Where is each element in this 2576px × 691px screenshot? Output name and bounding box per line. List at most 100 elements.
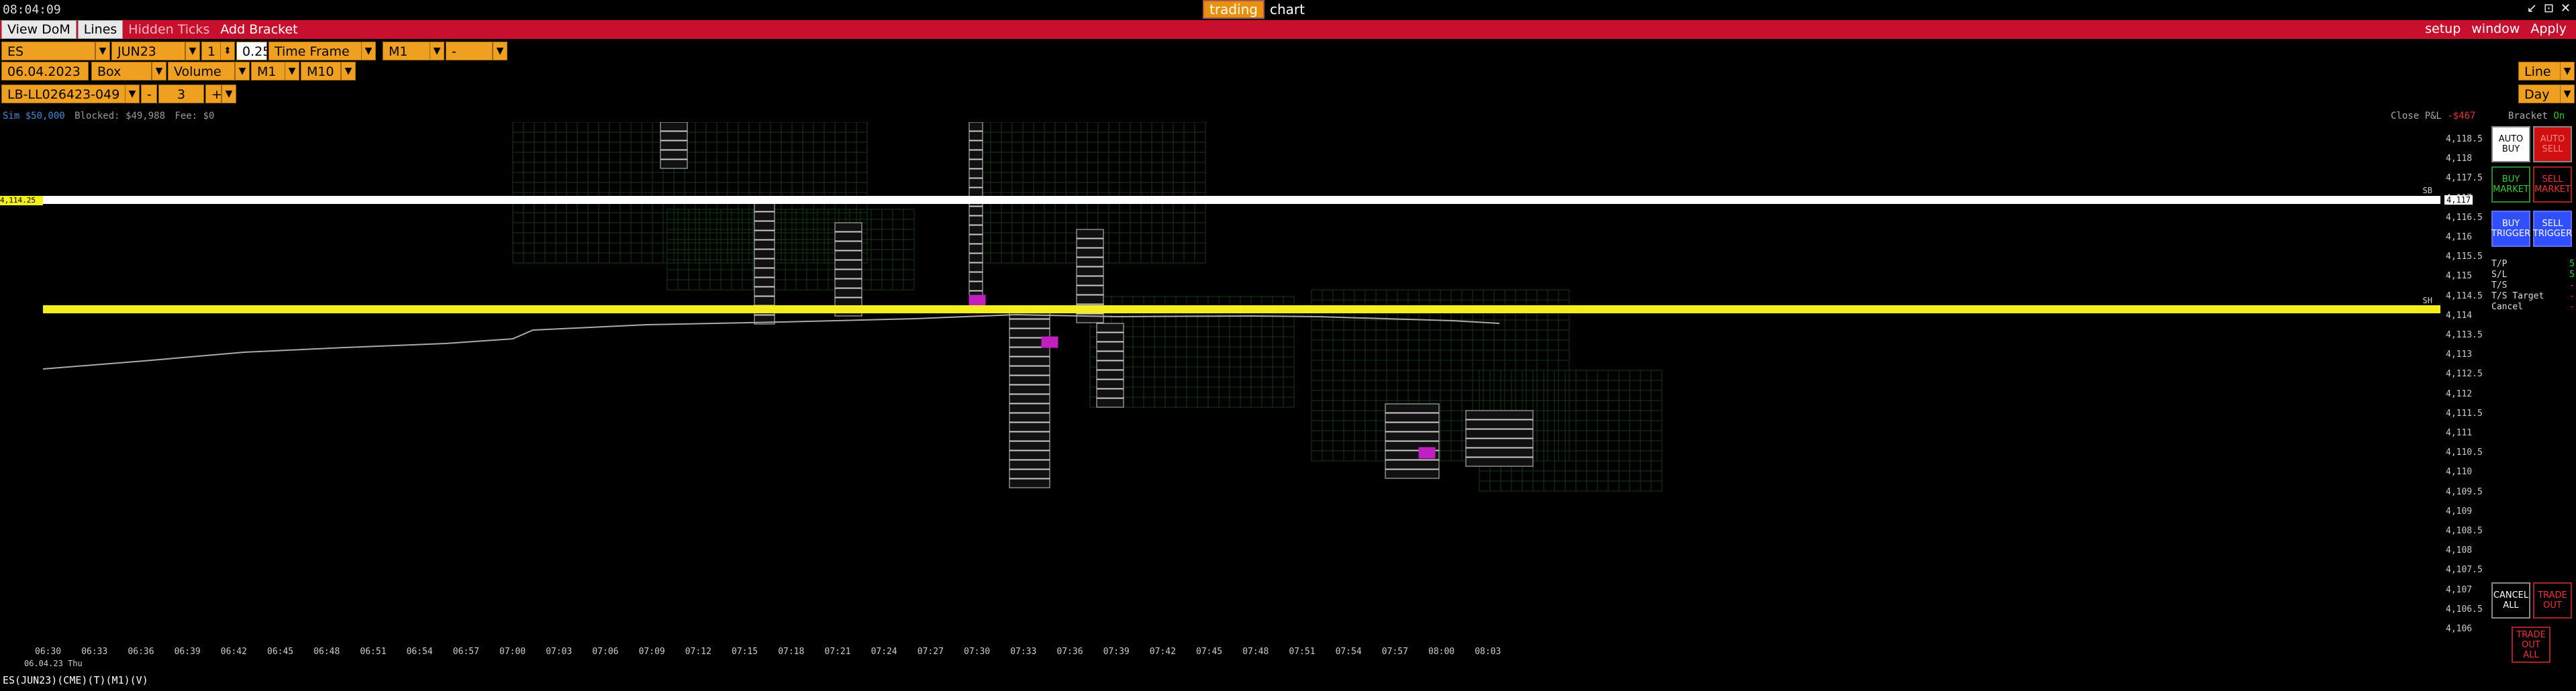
chevron-down-icon[interactable]: ▼: [2560, 62, 2575, 81]
chevron-down-icon[interactable]: ▼: [125, 85, 140, 103]
trade-out-button[interactable]: TRADE OUT: [2533, 582, 2572, 619]
grid-cell: [824, 142, 836, 153]
date-field[interactable]: 06.04.2023: [1, 62, 89, 81]
setup-button[interactable]: setup: [2420, 20, 2466, 38]
maximize-icon[interactable]: ⊡: [2544, 1, 2554, 15]
buy-trigger-button[interactable]: BUY TRIGGER: [2491, 211, 2530, 247]
grid-cell: [1586, 460, 1598, 472]
symbol-select[interactable]: ES: [1, 42, 95, 60]
trade-out-all-button[interactable]: TRADE OUT ALL: [2512, 627, 2550, 663]
chevron-down-icon[interactable]: ▼: [235, 62, 250, 81]
draw-mode-select[interactable]: Line: [2518, 62, 2563, 81]
grid-cell: [577, 212, 589, 223]
grid-cell: [1108, 232, 1120, 244]
auto-buy-button[interactable]: AUTO BUY: [2491, 126, 2530, 162]
sell-market-button[interactable]: SELL MARKET: [2533, 166, 2572, 203]
grid-cell: [1054, 172, 1067, 183]
grid-cell: [1001, 252, 1013, 264]
box-mode-select[interactable]: Volume: [168, 62, 235, 81]
chevron-down-icon[interactable]: ▼: [152, 62, 166, 81]
order-info-row: T/P 5: [2491, 259, 2575, 270]
chevron-down-icon[interactable]: ▼: [2560, 85, 2575, 103]
grid-cell: [738, 222, 750, 233]
grid-cell: [1076, 122, 1088, 133]
grid-cell: [1173, 222, 1185, 233]
qty-stepper-icon[interactable]: ⬍: [220, 42, 235, 60]
step-value[interactable]: 3: [158, 85, 204, 103]
timeframe-label[interactable]: Time Frame: [268, 42, 376, 60]
volume-box: [1385, 469, 1440, 479]
grid-cell: [666, 259, 679, 270]
grid-cell: [1151, 212, 1163, 223]
minimize-icon[interactable]: ↙: [2527, 1, 2537, 15]
grid-cell: [1119, 212, 1131, 223]
view-dom-button[interactable]: View DoM: [1, 20, 77, 39]
add-bracket-button[interactable]: Add Bracket: [215, 21, 303, 38]
cancel-all-button[interactable]: CANCEL ALL: [2491, 582, 2530, 619]
time-axis[interactable]: 06:30 06:33 06:36 06:39 06:42 06:45 06:48 06:51…: [0, 644, 2442, 671]
step-plus-button[interactable]: +: [205, 85, 222, 103]
account-select[interactable]: LB-LL026423-049: [1, 85, 126, 103]
grid-cell: [1033, 131, 1045, 143]
grid-cell: [802, 162, 814, 173]
grid-cell: [1504, 350, 1516, 361]
price-chart[interactable]: SB SH: [43, 122, 2440, 644]
window-button[interactable]: window: [2466, 20, 2525, 38]
sell-trigger-button[interactable]: SELL TRIGGER: [2533, 211, 2572, 247]
grid-cell: [1536, 329, 1548, 341]
grid-cell: [1022, 242, 1034, 254]
chevron-down-icon[interactable]: ▼: [430, 42, 444, 60]
grid-cell: [845, 142, 857, 153]
grid-cell: [806, 209, 818, 220]
yellow-line-tag: SH: [2423, 296, 2432, 305]
grid-cell: [1054, 222, 1067, 233]
box-tf2-select[interactable]: M10: [301, 62, 341, 81]
grid-cell: [1229, 356, 1241, 368]
chevron-down-icon[interactable]: ▼: [285, 62, 299, 81]
grid-cell: [1450, 390, 1463, 401]
grid-cell: [1618, 420, 1630, 431]
grid-cell: [1311, 390, 1323, 401]
chevron-down-icon[interactable]: ▼: [361, 42, 376, 60]
contract-select[interactable]: JUN23: [111, 42, 185, 60]
lines-button[interactable]: Lines: [77, 20, 123, 39]
grid-cell: [813, 202, 825, 213]
close-icon[interactable]: ✕: [2561, 1, 2571, 15]
grid-cell: [652, 232, 664, 244]
grid-cell: [1130, 242, 1142, 254]
grid-cell: [534, 182, 546, 193]
grid-cell: [1365, 400, 1377, 411]
grid-cell: [1586, 450, 1598, 462]
grid-cell: [1407, 289, 1420, 301]
grid-cell: [1586, 370, 1598, 381]
grid-cell: [1197, 396, 1209, 408]
range-select[interactable]: Day: [2518, 85, 2563, 103]
buy-market-button[interactable]: BUY MARKET: [2491, 166, 2530, 203]
grid-cell: [1418, 339, 1430, 351]
chart-type-select[interactable]: Box: [91, 62, 152, 81]
grid-cell: [544, 252, 556, 264]
auto-sell-button[interactable]: AUTO SELL: [2533, 126, 2572, 162]
volume-box: [754, 277, 775, 287]
grid-cell: [1240, 386, 1252, 398]
grid-cell: [1489, 380, 1501, 391]
grid-cell: [856, 162, 868, 173]
grid-cell: [834, 142, 846, 153]
grid-cell: [781, 232, 793, 244]
vwap-line: [43, 313, 1500, 370]
grid-cell: [759, 162, 771, 173]
chevron-down-icon[interactable]: ▼: [493, 42, 507, 60]
chevron-down-icon[interactable]: ▼: [221, 85, 236, 103]
step-minus-button[interactable]: -: [141, 85, 157, 103]
grid-cell: [1065, 242, 1077, 254]
grid-cell: [813, 162, 825, 173]
apply-button[interactable]: Apply: [2525, 20, 2572, 38]
hidden-ticks-button[interactable]: Hidden Ticks: [123, 21, 215, 38]
chevron-down-icon[interactable]: ▼: [185, 42, 200, 60]
grid-cell: [1143, 376, 1155, 388]
grid-cell: [1547, 360, 1559, 371]
chevron-down-icon[interactable]: ▼: [341, 62, 356, 81]
chevron-down-icon[interactable]: ▼: [95, 42, 110, 60]
timeframe-extra-select[interactable]: -: [446, 42, 493, 60]
grid-cell: [1500, 370, 1512, 381]
